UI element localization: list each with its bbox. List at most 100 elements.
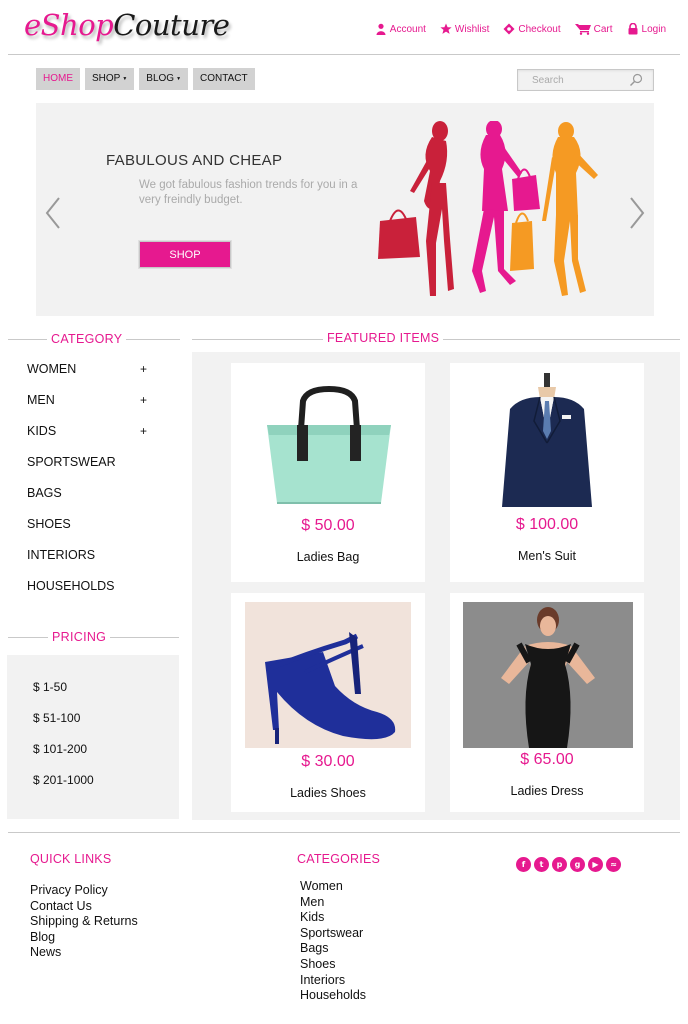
account-label: Account xyxy=(389,23,426,35)
footer-category-link[interactable]: Kids xyxy=(300,910,366,926)
product-card-suit[interactable]: $ 100.00 Men's Suit xyxy=(450,363,644,582)
category-label: HOUSEHOLDS xyxy=(27,579,115,593)
search-box xyxy=(517,69,654,91)
product-name: Ladies Bag xyxy=(296,550,360,564)
nav-home-label: HOME xyxy=(43,73,73,84)
nav-contact[interactable]: CONTACT xyxy=(193,68,255,90)
social-icons: f t p g ▶ ≈ xyxy=(516,857,621,872)
pricing-box: $ 1-50 $ 51-100 $ 101-200 $ 201-1000 xyxy=(7,655,179,819)
category-women[interactable]: WOMEN + xyxy=(27,362,147,393)
google-plus-icon[interactable]: g xyxy=(570,857,585,872)
caret-down-icon: ▼ xyxy=(122,76,128,82)
footer-link[interactable]: Privacy Policy xyxy=(30,883,138,899)
site-logo[interactable]: eShopCouture xyxy=(24,8,230,42)
lock-icon xyxy=(628,23,638,35)
price-range-2[interactable]: $ 51-100 xyxy=(33,711,80,725)
plus-icon[interactable]: + xyxy=(140,393,147,424)
logo-part1: eShop xyxy=(24,8,114,42)
pricing-title: PRICING xyxy=(48,630,111,644)
category-sportswear[interactable]: SPORTSWEAR xyxy=(27,455,147,486)
nav-shop[interactable]: SHOP ▼ xyxy=(85,68,135,90)
pinterest-icon[interactable]: p xyxy=(552,857,567,872)
nav-blog[interactable]: BLOG ▼ xyxy=(139,68,189,90)
hero-text: We got fabulous fashion trends for you i… xyxy=(139,179,358,206)
user-icon xyxy=(376,23,386,35)
price-range-4[interactable]: $ 201-1000 xyxy=(33,773,94,787)
footer-category-link[interactable]: Women xyxy=(300,879,366,895)
price-range-1[interactable]: $ 1-50 xyxy=(33,680,67,694)
nav-shop-label: SHOP xyxy=(92,73,121,84)
product-card-bag[interactable]: $ 50.00 Ladies Bag xyxy=(231,363,425,582)
star-icon xyxy=(440,23,452,34)
category-label: SHOES xyxy=(27,517,71,531)
twitter-icon[interactable]: t xyxy=(534,857,549,872)
plus-icon[interactable]: + xyxy=(140,424,147,455)
account-link[interactable]: Account xyxy=(375,23,426,35)
search-icon[interactable] xyxy=(629,73,643,87)
product-price: $ 50.00 xyxy=(301,517,355,534)
footer-category-link[interactable]: Bags xyxy=(300,941,366,957)
cart-label: Cart xyxy=(593,23,613,35)
cart-icon xyxy=(574,24,591,35)
product-name: Men's Suit xyxy=(518,549,576,563)
wishlist-link[interactable]: Wishlist xyxy=(440,23,489,35)
category-households[interactable]: HOUSEHOLDS xyxy=(27,579,147,610)
dress-image xyxy=(463,602,633,748)
product-card-shoes[interactable]: $ 30.00 Ladies Shoes xyxy=(231,593,425,812)
plus-icon[interactable]: + xyxy=(140,362,147,393)
product-price: $ 65.00 xyxy=(520,751,574,768)
footer-link[interactable]: Shipping & Returns xyxy=(30,914,138,930)
category-label: WOMEN xyxy=(27,362,77,376)
main-nav: HOME SHOP ▼ BLOG ▼ CONTACT xyxy=(36,68,255,90)
checkout-link[interactable]: Checkout xyxy=(503,23,561,35)
top-links: Account Wishlist Checkout Cart Login xyxy=(375,23,666,35)
logo-part2: Couture xyxy=(113,8,230,42)
shopping-women-illustration xyxy=(378,121,598,296)
suit-image xyxy=(502,373,592,507)
quick-links-title: QUICK LINKS xyxy=(30,852,112,866)
product-card-dress[interactable]: $ 65.00 Ladies Dress xyxy=(450,593,644,812)
nav-contact-label: CONTACT xyxy=(200,73,248,84)
category-shoes[interactable]: SHOES xyxy=(27,517,147,548)
footer-category-link[interactable]: Interiors xyxy=(300,973,366,989)
price-range-3[interactable]: $ 101-200 xyxy=(33,742,87,756)
footer-category-link[interactable]: Households xyxy=(300,988,366,1004)
shop-button[interactable]: SHOP xyxy=(139,241,231,268)
nav-home[interactable]: HOME xyxy=(36,68,80,90)
footer-category-link[interactable]: Shoes xyxy=(300,957,366,973)
youtube-icon[interactable]: ▶ xyxy=(588,857,603,872)
footer-category-link[interactable]: Men xyxy=(300,895,366,911)
chevron-right-icon[interactable] xyxy=(628,196,646,230)
product-price: $ 100.00 xyxy=(515,516,579,533)
cart-link[interactable]: Cart xyxy=(574,23,613,35)
hero-banner: FABULOUS AND CHEAP We got fabulous fashi… xyxy=(36,103,654,316)
product-name: Ladies Shoes xyxy=(290,786,366,800)
footer-link[interactable]: News xyxy=(30,945,138,961)
category-kids[interactable]: KIDS + xyxy=(27,424,147,455)
quick-links-list: Privacy Policy Contact Us Shipping & Ret… xyxy=(30,883,138,961)
hero-title: FABULOUS AND CHEAP xyxy=(106,152,283,169)
nav-blog-label: BLOG xyxy=(146,73,175,84)
footer-link[interactable]: Blog xyxy=(30,930,138,946)
rss-icon[interactable]: ≈ xyxy=(606,857,621,872)
category-label: KIDS xyxy=(27,424,57,438)
facebook-icon[interactable]: f xyxy=(516,857,531,872)
category-men[interactable]: MEN + xyxy=(27,393,147,424)
category-label: INTERIORS xyxy=(27,548,96,562)
category-label: SPORTSWEAR xyxy=(27,455,116,469)
category-interiors[interactable]: INTERIORS xyxy=(27,548,147,579)
footer-category-link[interactable]: Sportswear xyxy=(300,926,366,942)
search-input[interactable] xyxy=(518,70,628,91)
category-label: BAGS xyxy=(27,486,62,500)
footer-link[interactable]: Contact Us xyxy=(30,899,138,915)
login-link[interactable]: Login xyxy=(627,23,666,35)
footer-categories-list: Women Men Kids Sportswear Bags Shoes Int… xyxy=(300,879,366,1004)
product-price: $ 30.00 xyxy=(301,753,355,770)
category-title: CATEGORY xyxy=(47,332,127,346)
caret-down-icon: ▼ xyxy=(176,76,182,82)
featured-title: FEATURED ITEMS xyxy=(323,331,444,345)
category-bags[interactable]: BAGS xyxy=(27,486,147,517)
login-label: Login xyxy=(641,23,666,35)
diamond-icon xyxy=(503,23,515,35)
chevron-left-icon[interactable] xyxy=(44,196,62,230)
